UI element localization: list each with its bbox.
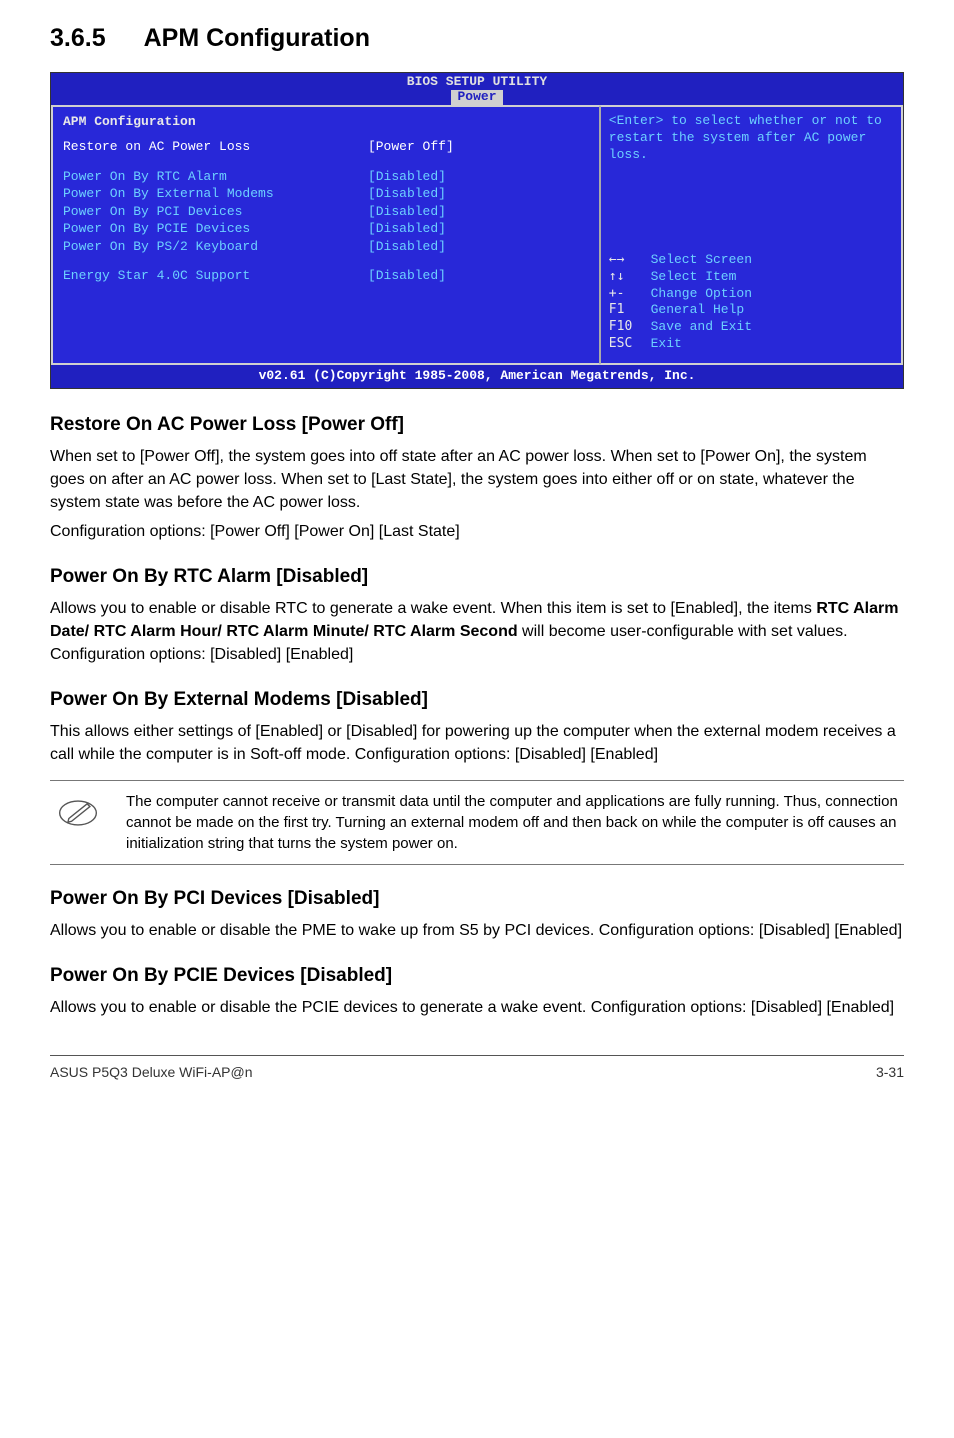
bios-rows: Restore on AC Power Loss[Power Off]Power… (63, 138, 589, 285)
bios-key-row: +- Change Option (609, 286, 893, 303)
paragraph: Configuration options: [Power Off] [Powe… (50, 520, 904, 543)
bios-key-row: F1 General Help (609, 302, 893, 319)
bios-option-value: [Disabled] (368, 203, 446, 221)
key-desc: Select Item (643, 269, 737, 284)
bios-body: APM Configuration Restore on AC Power Lo… (51, 105, 903, 365)
page-footer: ASUS P5Q3 Deluxe WiFi-AP@n 3-31 (50, 1055, 904, 1082)
bios-option-label: Power On By PCI Devices (63, 203, 368, 221)
bios-left-panel: APM Configuration Restore on AC Power Lo… (51, 105, 600, 365)
paragraph: When set to [Power Off], the system goes… (50, 445, 904, 515)
pencil-icon (56, 791, 100, 842)
key-label: F10 (609, 319, 643, 336)
key-desc: Exit (643, 336, 682, 351)
bios-key-row: F10 Save and Exit (609, 319, 893, 336)
bios-option-value: [Disabled] (368, 185, 446, 203)
bios-option-row: Restore on AC Power Loss[Power Off] (63, 138, 589, 156)
subsection-heading: Power On By RTC Alarm [Disabled] (50, 563, 904, 591)
bios-option-label: Power On By PCIE Devices (63, 220, 368, 238)
paragraph: Allows you to enable or disable the PCIE… (50, 996, 904, 1019)
bios-option-value: [Disabled] (368, 168, 446, 186)
section-heading: 3.6.5 APM Configuration (50, 20, 904, 56)
footer-page-number: 3-31 (876, 1062, 904, 1082)
bios-option-label: Energy Star 4.0C Support (63, 267, 368, 285)
subsection-heading: Power On By PCIE Devices [Disabled] (50, 962, 904, 990)
section-number: 3.6.5 (50, 20, 106, 56)
bios-option-label: Power On By PS/2 Keyboard (63, 238, 368, 256)
key-label: F1 (609, 302, 643, 319)
page-content: 3.6.5 APM Configuration BIOS SETUP UTILIT… (50, 20, 904, 1082)
bios-footer: v02.61 (C)Copyright 1985-2008, American … (51, 365, 903, 388)
bios-option-label: Power On By External Modems (63, 185, 368, 203)
bios-right-panel: <Enter> to select whether or not to rest… (600, 105, 903, 365)
bios-help-text: <Enter> to select whether or not to rest… (609, 113, 893, 164)
arrows-ud-icon: ↑↓ (609, 269, 643, 286)
bios-screenshot: BIOS SETUP UTILITY Power APM Configurati… (50, 72, 904, 389)
note-text: The computer cannot receive or transmit … (126, 791, 898, 854)
bios-tab-power: Power (451, 90, 502, 105)
bios-option-row: Power On By PCIE Devices[Disabled] (63, 220, 589, 238)
key-label: ESC (609, 336, 643, 353)
bios-option-row: Power On By PCI Devices[Disabled] (63, 203, 589, 221)
subsection-heading: Power On By PCI Devices [Disabled] (50, 885, 904, 913)
bios-key-row: ↑↓ Select Item (609, 269, 893, 286)
key-desc: Save and Exit (643, 319, 752, 334)
paragraph: This allows either settings of [Enabled]… (50, 720, 904, 766)
bios-option-row: Energy Star 4.0C Support[Disabled] (63, 267, 589, 285)
bios-panel-title: APM Configuration (63, 113, 589, 132)
bios-option-label: Power On By RTC Alarm (63, 168, 368, 186)
arrows-lr-icon: ←→ (609, 252, 643, 269)
bios-key-row: ESC Exit (609, 336, 893, 353)
bios-key-row: ←→ Select Screen (609, 252, 893, 269)
bios-option-value: [Power Off] (368, 138, 454, 156)
bios-option-row: Power On By PS/2 Keyboard[Disabled] (63, 238, 589, 256)
subsections: Restore On AC Power Loss [Power Off] When… (50, 411, 904, 1019)
subsection-heading: Power On By External Modems [Disabled] (50, 686, 904, 714)
subsection-heading: Restore On AC Power Loss [Power Off] (50, 411, 904, 439)
bios-option-value: [Disabled] (368, 220, 446, 238)
bios-key-legend: ←→ Select Screen↑↓ Select Item+- Change … (609, 252, 893, 353)
paragraph: Allows you to enable or disable RTC to g… (50, 597, 904, 667)
note-box: The computer cannot receive or transmit … (50, 780, 904, 865)
paragraph: Allows you to enable or disable the PME … (50, 919, 904, 942)
section-title: APM Configuration (144, 24, 370, 52)
bios-option-value: [Disabled] (368, 267, 446, 285)
bios-header: BIOS SETUP UTILITY Power (51, 73, 903, 105)
footer-left: ASUS P5Q3 Deluxe WiFi-AP@n (50, 1062, 253, 1082)
bios-option-label: Restore on AC Power Loss (63, 138, 368, 156)
bios-option-row: Power On By External Modems[Disabled] (63, 185, 589, 203)
bios-option-value: [Disabled] (368, 238, 446, 256)
key-label: +- (609, 286, 643, 303)
key-desc: General Help (643, 302, 744, 317)
key-desc: Select Screen (643, 252, 752, 267)
key-desc: Change Option (643, 286, 752, 301)
bios-option-row: Power On By RTC Alarm[Disabled] (63, 168, 589, 186)
bios-setup-title: BIOS SETUP UTILITY (51, 75, 903, 90)
